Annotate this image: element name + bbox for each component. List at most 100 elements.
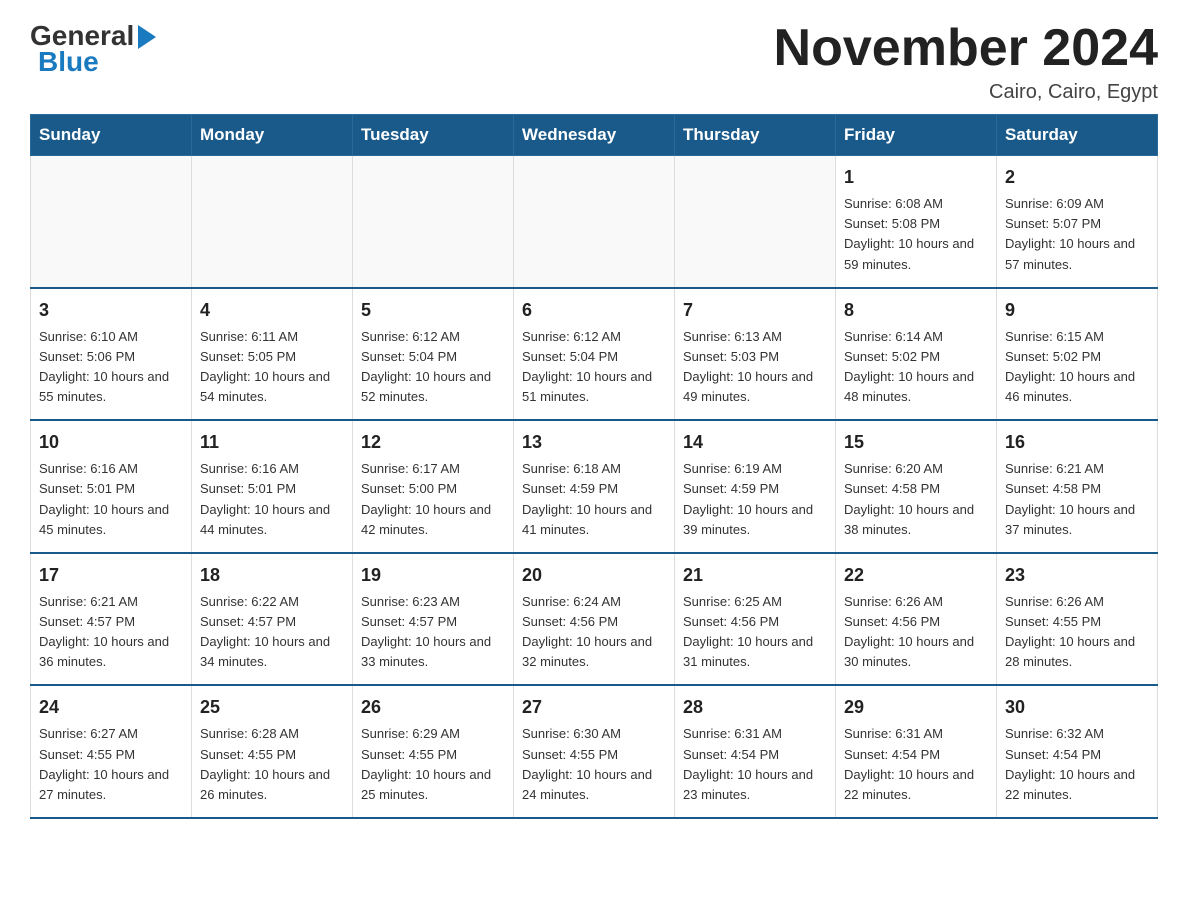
calendar-cell: 26 Sunrise: 6:29 AM Sunset: 4:55 PM Dayli… (353, 685, 514, 818)
day-info: Sunrise: 6:21 AM Sunset: 4:58 PM Dayligh… (1005, 459, 1149, 540)
day-number: 1 (844, 164, 988, 191)
day-info: Sunrise: 6:16 AM Sunset: 5:01 PM Dayligh… (200, 459, 344, 540)
day-info: Sunrise: 6:23 AM Sunset: 4:57 PM Dayligh… (361, 592, 505, 673)
calendar-body: 1 Sunrise: 6:08 AM Sunset: 5:08 PM Daylig… (31, 156, 1158, 818)
day-info: Sunrise: 6:12 AM Sunset: 5:04 PM Dayligh… (522, 327, 666, 408)
day-info: Sunrise: 6:28 AM Sunset: 4:55 PM Dayligh… (200, 724, 344, 805)
calendar-header: SundayMondayTuesdayWednesdayThursdayFrid… (31, 115, 1158, 156)
day-info: Sunrise: 6:09 AM Sunset: 5:07 PM Dayligh… (1005, 194, 1149, 275)
weekday-header-friday: Friday (836, 115, 997, 156)
calendar-week-row: 24 Sunrise: 6:27 AM Sunset: 4:55 PM Dayli… (31, 685, 1158, 818)
weekday-header-thursday: Thursday (675, 115, 836, 156)
calendar-week-row: 3Sunrise: 6:10 AM Sunset: 5:06 PM Daylig… (31, 288, 1158, 421)
calendar-cell: 8 Sunrise: 6:14 AM Sunset: 5:02 PM Daylig… (836, 288, 997, 421)
day-number: 16 (1005, 429, 1149, 456)
day-number: 28 (683, 694, 827, 721)
calendar-week-row: 1 Sunrise: 6:08 AM Sunset: 5:08 PM Daylig… (31, 156, 1158, 288)
calendar-cell: 3Sunrise: 6:10 AM Sunset: 5:06 PM Daylig… (31, 288, 192, 421)
day-info: Sunrise: 6:32 AM Sunset: 4:54 PM Dayligh… (1005, 724, 1149, 805)
day-number: 14 (683, 429, 827, 456)
day-number: 13 (522, 429, 666, 456)
calendar-cell (514, 156, 675, 288)
day-info: Sunrise: 6:25 AM Sunset: 4:56 PM Dayligh… (683, 592, 827, 673)
day-info: Sunrise: 6:26 AM Sunset: 4:56 PM Dayligh… (844, 592, 988, 673)
calendar-cell (675, 156, 836, 288)
day-info: Sunrise: 6:08 AM Sunset: 5:08 PM Dayligh… (844, 194, 988, 275)
logo-blue-text: Blue (38, 46, 99, 78)
day-info: Sunrise: 6:20 AM Sunset: 4:58 PM Dayligh… (844, 459, 988, 540)
calendar-cell (353, 156, 514, 288)
day-info: Sunrise: 6:10 AM Sunset: 5:06 PM Dayligh… (39, 327, 183, 408)
calendar-cell: 2 Sunrise: 6:09 AM Sunset: 5:07 PM Daylig… (997, 156, 1158, 288)
day-info: Sunrise: 6:30 AM Sunset: 4:55 PM Dayligh… (522, 724, 666, 805)
calendar-cell: 17 Sunrise: 6:21 AM Sunset: 4:57 PM Dayli… (31, 553, 192, 686)
page-header: General Blue November 2024 Cairo, Cairo,… (30, 20, 1158, 104)
weekday-header-saturday: Saturday (997, 115, 1158, 156)
calendar-cell: 14Sunrise: 6:19 AM Sunset: 4:59 PM Dayli… (675, 420, 836, 553)
day-number: 11 (200, 429, 344, 456)
day-number: 22 (844, 562, 988, 589)
calendar-cell: 4 Sunrise: 6:11 AM Sunset: 5:05 PM Daylig… (192, 288, 353, 421)
calendar-cell: 6 Sunrise: 6:12 AM Sunset: 5:04 PM Daylig… (514, 288, 675, 421)
day-number: 26 (361, 694, 505, 721)
day-number: 7 (683, 297, 827, 324)
day-info: Sunrise: 6:14 AM Sunset: 5:02 PM Dayligh… (844, 327, 988, 408)
calendar-week-row: 10 Sunrise: 6:16 AM Sunset: 5:01 PM Dayli… (31, 420, 1158, 553)
day-info: Sunrise: 6:26 AM Sunset: 4:55 PM Dayligh… (1005, 592, 1149, 673)
day-number: 17 (39, 562, 183, 589)
calendar-cell (31, 156, 192, 288)
day-number: 10 (39, 429, 183, 456)
calendar-cell: 20Sunrise: 6:24 AM Sunset: 4:56 PM Dayli… (514, 553, 675, 686)
day-info: Sunrise: 6:31 AM Sunset: 4:54 PM Dayligh… (683, 724, 827, 805)
logo-arrow-icon (138, 25, 156, 49)
day-info: Sunrise: 6:21 AM Sunset: 4:57 PM Dayligh… (39, 592, 183, 673)
calendar-cell: 13 Sunrise: 6:18 AM Sunset: 4:59 PM Dayli… (514, 420, 675, 553)
day-info: Sunrise: 6:22 AM Sunset: 4:57 PM Dayligh… (200, 592, 344, 673)
day-number: 21 (683, 562, 827, 589)
day-number: 4 (200, 297, 344, 324)
day-number: 6 (522, 297, 666, 324)
day-number: 30 (1005, 694, 1149, 721)
calendar-cell: 12Sunrise: 6:17 AM Sunset: 5:00 PM Dayli… (353, 420, 514, 553)
day-info: Sunrise: 6:17 AM Sunset: 5:00 PM Dayligh… (361, 459, 505, 540)
day-number: 2 (1005, 164, 1149, 191)
calendar-cell: 23 Sunrise: 6:26 AM Sunset: 4:55 PM Dayli… (997, 553, 1158, 686)
calendar-cell: 7 Sunrise: 6:13 AM Sunset: 5:03 PM Daylig… (675, 288, 836, 421)
weekday-header-tuesday: Tuesday (353, 115, 514, 156)
calendar-cell: 21 Sunrise: 6:25 AM Sunset: 4:56 PM Dayli… (675, 553, 836, 686)
day-info: Sunrise: 6:29 AM Sunset: 4:55 PM Dayligh… (361, 724, 505, 805)
day-info: Sunrise: 6:27 AM Sunset: 4:55 PM Dayligh… (39, 724, 183, 805)
title-block: November 2024 Cairo, Cairo, Egypt (774, 20, 1158, 104)
day-info: Sunrise: 6:11 AM Sunset: 5:05 PM Dayligh… (200, 327, 344, 408)
calendar-cell: 1 Sunrise: 6:08 AM Sunset: 5:08 PM Daylig… (836, 156, 997, 288)
calendar-cell: 16 Sunrise: 6:21 AM Sunset: 4:58 PM Dayli… (997, 420, 1158, 553)
calendar-cell: 28 Sunrise: 6:31 AM Sunset: 4:54 PM Dayli… (675, 685, 836, 818)
calendar-cell: 27 Sunrise: 6:30 AM Sunset: 4:55 PM Dayli… (514, 685, 675, 818)
calendar-cell: 10Sunrise: 6:16 AM Sunset: 5:01 PM Dayli… (31, 420, 192, 553)
calendar-cell: 24 Sunrise: 6:27 AM Sunset: 4:55 PM Dayli… (31, 685, 192, 818)
calendar-cell: 15Sunrise: 6:20 AM Sunset: 4:58 PM Dayli… (836, 420, 997, 553)
day-number: 9 (1005, 297, 1149, 324)
day-info: Sunrise: 6:24 AM Sunset: 4:56 PM Dayligh… (522, 592, 666, 673)
day-number: 5 (361, 297, 505, 324)
calendar-cell: 25Sunrise: 6:28 AM Sunset: 4:55 PM Dayli… (192, 685, 353, 818)
calendar-cell: 29 Sunrise: 6:31 AM Sunset: 4:54 PM Dayli… (836, 685, 997, 818)
weekday-header-wednesday: Wednesday (514, 115, 675, 156)
day-info: Sunrise: 6:15 AM Sunset: 5:02 PM Dayligh… (1005, 327, 1149, 408)
day-info: Sunrise: 6:18 AM Sunset: 4:59 PM Dayligh… (522, 459, 666, 540)
day-number: 19 (361, 562, 505, 589)
day-number: 29 (844, 694, 988, 721)
day-info: Sunrise: 6:12 AM Sunset: 5:04 PM Dayligh… (361, 327, 505, 408)
day-number: 18 (200, 562, 344, 589)
day-number: 24 (39, 694, 183, 721)
day-info: Sunrise: 6:13 AM Sunset: 5:03 PM Dayligh… (683, 327, 827, 408)
calendar-cell (192, 156, 353, 288)
day-number: 23 (1005, 562, 1149, 589)
calendar-cell: 22 Sunrise: 6:26 AM Sunset: 4:56 PM Dayli… (836, 553, 997, 686)
calendar-cell: 18 Sunrise: 6:22 AM Sunset: 4:57 PM Dayli… (192, 553, 353, 686)
location-text: Cairo, Cairo, Egypt (774, 81, 1158, 104)
day-number: 27 (522, 694, 666, 721)
day-info: Sunrise: 6:31 AM Sunset: 4:54 PM Dayligh… (844, 724, 988, 805)
weekday-header-sunday: Sunday (31, 115, 192, 156)
day-number: 8 (844, 297, 988, 324)
